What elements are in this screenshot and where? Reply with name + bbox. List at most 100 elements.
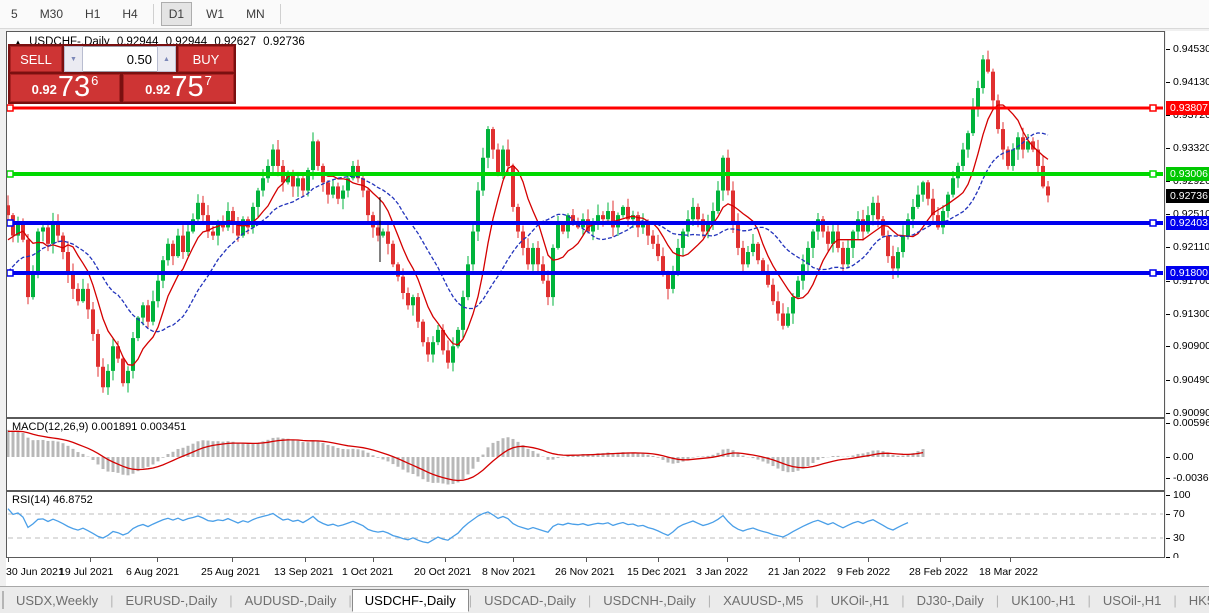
chart-tab-xauusd-[interactable]: XAUUSD-,M5 <box>711 590 815 611</box>
sell-price[interactable]: 0.92 73 6 <box>10 74 120 102</box>
date-axis-tick <box>8 558 9 562</box>
rsi-pane[interactable] <box>6 491 1165 558</box>
price-axis: 0.945300.941300.937200.933200.929200.925… <box>1166 31 1209 558</box>
date-axis-tick <box>90 558 91 562</box>
volume-decrease-button[interactable]: ▼ <box>64 46 83 72</box>
price-axis-tick <box>1166 148 1170 149</box>
price-axis-label: 0.94130 <box>1173 76 1209 88</box>
price-axis-label: 0.94530 <box>1173 43 1209 55</box>
rsi-axis-label: 100 <box>1173 489 1191 501</box>
chart-tab-usdx[interactable]: USDX,Weekly <box>4 590 110 611</box>
chart-tab-usdcnh-[interactable]: USDCNH-,Daily <box>591 590 707 611</box>
price-axis-tick <box>1166 181 1170 182</box>
date-axis-label: 1 Oct 2021 <box>342 566 393 578</box>
price-axis-label: 0.93320 <box>1173 142 1209 154</box>
date-axis-label: 9 Feb 2022 <box>837 566 890 578</box>
toolbar-separator <box>280 4 281 24</box>
date-axis-tick <box>305 558 306 562</box>
date-axis-tick <box>157 558 158 562</box>
buy-price-main: 75 <box>171 74 203 100</box>
timeframe-button-w1[interactable]: W1 <box>198 2 232 26</box>
macd-axis-label: 0.005963 <box>1173 417 1209 429</box>
price-axis-label: 0.90900 <box>1173 340 1209 352</box>
one-click-trading-panel: SELL ▼ ▲ BUY 0.92 73 6 0.92 75 7 <box>8 44 236 104</box>
timeframe-button-m30[interactable]: M30 <box>32 2 71 26</box>
timeframe-button-d1[interactable]: D1 <box>161 2 192 26</box>
buy-price-prefix: 0.92 <box>145 82 170 97</box>
date-axis-label: 20 Oct 2021 <box>414 566 471 578</box>
buy-button[interactable]: BUY <box>178 46 234 72</box>
rsi-axis-label: 70 <box>1173 508 1185 520</box>
sell-button[interactable]: SELL <box>10 46 62 72</box>
sell-price-prefix: 0.92 <box>32 82 57 97</box>
macd-axis-tick <box>1166 478 1170 479</box>
chart-tab-hk50-[interactable]: HK50-,H1 <box>1177 590 1209 611</box>
macd-axis-tick <box>1166 423 1170 424</box>
volume-stepper: ▼ ▲ <box>64 46 176 72</box>
price-axis-tick <box>1166 346 1170 347</box>
date-axis-label: 6 Aug 2021 <box>126 566 179 578</box>
date-axis-label: 8 Nov 2021 <box>482 566 536 578</box>
rsi-axis-label: 30 <box>1173 532 1185 544</box>
toolbar-separator <box>153 4 154 24</box>
date-axis-tick <box>445 558 446 562</box>
price-axis-label: 0.91300 <box>1173 308 1209 320</box>
date-axis-tick <box>799 558 800 562</box>
date-axis-tick <box>373 558 374 562</box>
rsi-axis-tick <box>1166 514 1170 515</box>
date-axis-tick <box>658 558 659 562</box>
price-axis-tick <box>1166 49 1170 50</box>
rsi-label: RSI(14) 46.8752 <box>12 494 93 506</box>
chart-tab-ukoil-[interactable]: UKOil-,H1 <box>819 590 902 611</box>
price-axis-label: 0.90490 <box>1173 374 1209 386</box>
price-axis-tick <box>1166 82 1170 83</box>
timeframe-toolbar: 5M30H1H4 D1W1MN <box>0 0 1209 29</box>
timeframe-button-mn[interactable]: MN <box>238 2 273 26</box>
date-axis-label: 15 Dec 2021 <box>627 566 687 578</box>
sell-price-pip: 6 <box>91 73 98 88</box>
level-price-badge: 0.93807 <box>1166 101 1209 115</box>
price-axis-label: 0.92110 <box>1173 241 1209 253</box>
macd-axis-label: 0.00 <box>1173 451 1193 463</box>
price-axis-tick <box>1166 115 1170 116</box>
timeframe-button-h1[interactable]: H1 <box>77 2 108 26</box>
date-axis-label: 30 Jun 2021 <box>6 566 64 578</box>
date-axis-tick <box>727 558 728 562</box>
ohlc-close: 0.92736 <box>263 36 305 48</box>
date-axis-tick <box>940 558 941 562</box>
volume-increase-button[interactable]: ▲ <box>157 46 176 72</box>
price-axis-tick <box>1166 314 1170 315</box>
macd-axis-tick <box>1166 457 1170 458</box>
level-price-badge: 0.92403 <box>1166 216 1209 230</box>
timeframe-button-5[interactable]: 5 <box>3 2 26 26</box>
chart-tab-dj30-[interactable]: DJ30-,Daily <box>905 590 996 611</box>
date-axis-label: 13 Sep 2021 <box>274 566 334 578</box>
macd-axis-label: -0.003664 <box>1173 472 1209 484</box>
date-axis: 30 Jun 202119 Jul 20216 Aug 202125 Aug 2… <box>6 558 1209 586</box>
date-axis-tick <box>232 558 233 562</box>
chart-tab-bar: USDX,Weekly|EURUSD-,Daily|AUDUSD-,Daily|… <box>0 586 1209 613</box>
level-price-badge: 0.93006 <box>1166 167 1209 181</box>
rsi-axis-tick <box>1166 538 1170 539</box>
rsi-axis-tick <box>1166 495 1170 496</box>
date-axis-tick <box>586 558 587 562</box>
chart-tab-uk100-[interactable]: UK100-,H1 <box>999 590 1087 611</box>
chart-tab-eurusd-[interactable]: EURUSD-,Daily <box>114 590 230 611</box>
price-axis-tick <box>1166 214 1170 215</box>
volume-input[interactable] <box>83 46 157 72</box>
date-axis-tick <box>513 558 514 562</box>
date-axis-label: 3 Jan 2022 <box>696 566 748 578</box>
date-axis-label: 19 Jul 2021 <box>59 566 113 578</box>
price-axis-tick <box>1166 380 1170 381</box>
chart-tab-usdcad-[interactable]: USDCAD-,Daily <box>472 590 588 611</box>
chart-tab-usoil-[interactable]: USOil-,H1 <box>1091 590 1174 611</box>
mt4-window: 5M30H1H4D1W1MN 0.945300.941300.937200.93… <box>0 0 1209 613</box>
date-axis-label: 21 Jan 2022 <box>768 566 826 578</box>
date-axis-tick <box>1010 558 1011 562</box>
timeframe-button-h4[interactable]: H4 <box>114 2 145 26</box>
current-price-badge: 0.92736 <box>1166 189 1209 203</box>
date-axis-label: 18 Mar 2022 <box>979 566 1038 578</box>
buy-price[interactable]: 0.92 75 7 <box>123 74 234 102</box>
chart-tab-usdchf-[interactable]: USDCHF-,Daily <box>352 589 469 612</box>
chart-tab-audusd-[interactable]: AUDUSD-,Daily <box>233 590 349 611</box>
